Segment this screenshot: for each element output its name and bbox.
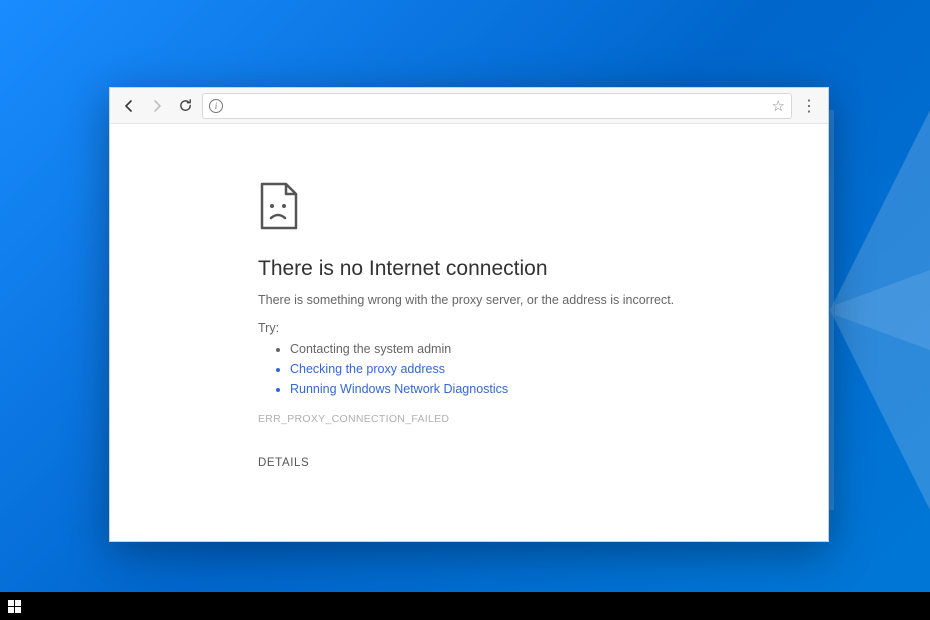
try-label: Try: (258, 321, 828, 335)
error-page: There is no Internet connection There is… (110, 124, 828, 541)
browser-window: i ☆ ⋮ There is no Internet connection Th… (109, 87, 829, 542)
browser-menu-button[interactable]: ⋮ (798, 95, 820, 117)
error-description: There is something wrong with the proxy … (258, 293, 828, 307)
taskbar[interactable] (0, 592, 930, 620)
suggestions-list: Contacting the system admin Checking the… (258, 339, 828, 399)
browser-toolbar: i ☆ ⋮ (110, 88, 828, 124)
bookmark-star-icon[interactable]: ☆ (772, 97, 785, 115)
forward-button[interactable] (146, 95, 168, 117)
suggestion-link[interactable]: Running Windows Network Diagnostics (290, 379, 828, 399)
error-code: ERR_PROXY_CONNECTION_FAILED (258, 413, 828, 425)
address-input[interactable] (229, 98, 766, 113)
reload-button[interactable] (174, 95, 196, 117)
back-button[interactable] (118, 95, 140, 117)
details-button[interactable]: DETAILS (258, 457, 309, 469)
site-info-icon[interactable]: i (209, 99, 223, 113)
suggestion-link[interactable]: Checking the proxy address (290, 359, 828, 379)
suggestion-item: Contacting the system admin (290, 339, 828, 359)
address-bar[interactable]: i ☆ (202, 93, 792, 119)
start-button[interactable] (6, 598, 22, 614)
error-title: There is no Internet connection (258, 257, 828, 281)
sad-page-icon (258, 182, 300, 230)
